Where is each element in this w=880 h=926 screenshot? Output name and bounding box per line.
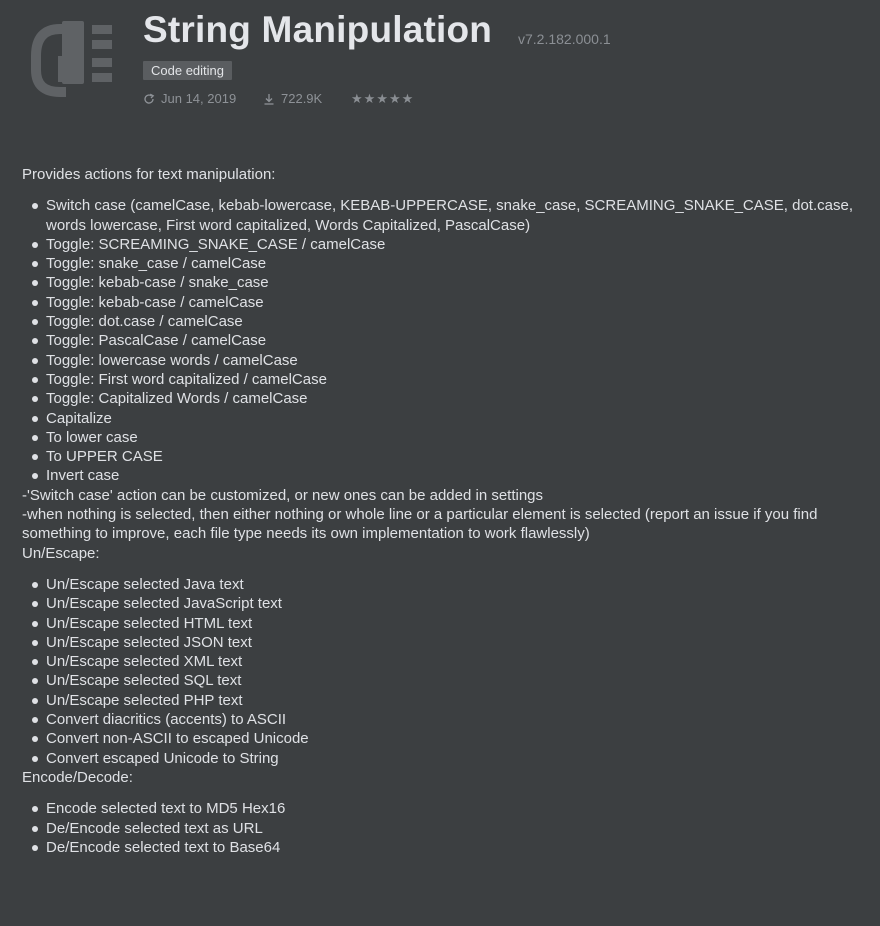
download-count-text: 722.9K (281, 91, 323, 106)
note-text: -'Switch case' action can be customized,… (22, 486, 544, 504)
list-item: Convert escaped Unicode to String (22, 749, 862, 768)
list-item: Switch case (camelCase, kebab-lowercase,… (22, 196, 862, 235)
encode-actions-list: Encode selected text to MD5 Hex16 De/Enc… (22, 799, 862, 857)
list-item: Toggle: First word capitalized / camelCa… (22, 370, 862, 389)
list-item: Toggle: SCREAMING_SNAKE_CASE / camelCase (22, 235, 862, 254)
list-item: De/Encode selected text as URL (22, 819, 862, 838)
encode-heading: Encode/Decode: (22, 768, 133, 786)
list-item: Toggle: dot.case / camelCase (22, 312, 862, 331)
download-icon (264, 94, 274, 105)
list-item: Toggle: kebab-case / camelCase (22, 293, 862, 312)
update-date-text: Jun 14, 2019 (161, 91, 237, 106)
plugin-logo-icon (22, 18, 122, 100)
star-icon: ★ (351, 91, 363, 106)
list-item: Convert non-ASCII to escaped Unicode (22, 729, 862, 748)
list-item: Toggle: kebab-case / snake_case (22, 273, 862, 292)
star-icon: ★ (363, 91, 376, 106)
list-item: Un/Escape selected PHP text (22, 691, 862, 710)
list-item: Un/Escape selected XML text (22, 652, 862, 671)
list-item: Toggle: lowercase words / camelCase (22, 351, 862, 370)
list-item: Un/Escape selected JSON text (22, 633, 862, 652)
update-date: Jun 14, 2019 (143, 90, 236, 108)
list-item: Un/Escape selected SQL text (22, 671, 862, 690)
list-item: Convert diacritics (accents) to ASCII (22, 710, 862, 729)
escape-actions-list: Un/Escape selected Java text Un/Escape s… (22, 575, 862, 768)
list-item: Toggle: PascalCase / camelCase (22, 331, 862, 350)
list-item: Invert case (22, 466, 862, 485)
intro-text: Provides actions for text manipulation: (22, 166, 276, 183)
plugin-description: Provides actions for text manipulation: … (22, 165, 862, 857)
list-item: Un/Escape selected JavaScript text (22, 594, 862, 613)
list-item: Capitalize (22, 409, 862, 428)
star-icon: ★ (376, 91, 388, 106)
list-item: Toggle: Capitalized Words / camelCase (22, 389, 862, 408)
rating-stars: ★ ★ ★ ★ ★ (351, 91, 413, 106)
list-item: De/Encode selected text to Base64 (22, 838, 862, 857)
list-item: Un/Escape selected Java text (22, 575, 862, 594)
case-actions-list: Switch case (camelCase, kebab-lowercase,… (22, 196, 862, 485)
plugin-title: String Manipulation (143, 9, 493, 50)
list-item: Un/Escape selected HTML text (22, 614, 862, 633)
plugin-version: v7.2.182.000.1 (518, 31, 611, 47)
escape-heading: Un/Escape: (22, 544, 100, 562)
refresh-icon (144, 93, 155, 104)
star-icon: ★ (388, 91, 401, 106)
plugin-header: String Manipulation v7.2.182.000.1 Code … (0, 0, 880, 130)
star-icon: ★ (401, 91, 414, 106)
list-item: Encode selected text to MD5 Hex16 (22, 799, 862, 818)
note-text: -when nothing is selected, then either n… (22, 506, 818, 543)
list-item: To lower case (22, 428, 862, 447)
list-item: Toggle: snake_case / camelCase (22, 254, 862, 273)
category-tag[interactable]: Code editing (143, 61, 232, 80)
list-item: To UPPER CASE (22, 447, 862, 466)
download-count: 722.9K (263, 90, 322, 108)
